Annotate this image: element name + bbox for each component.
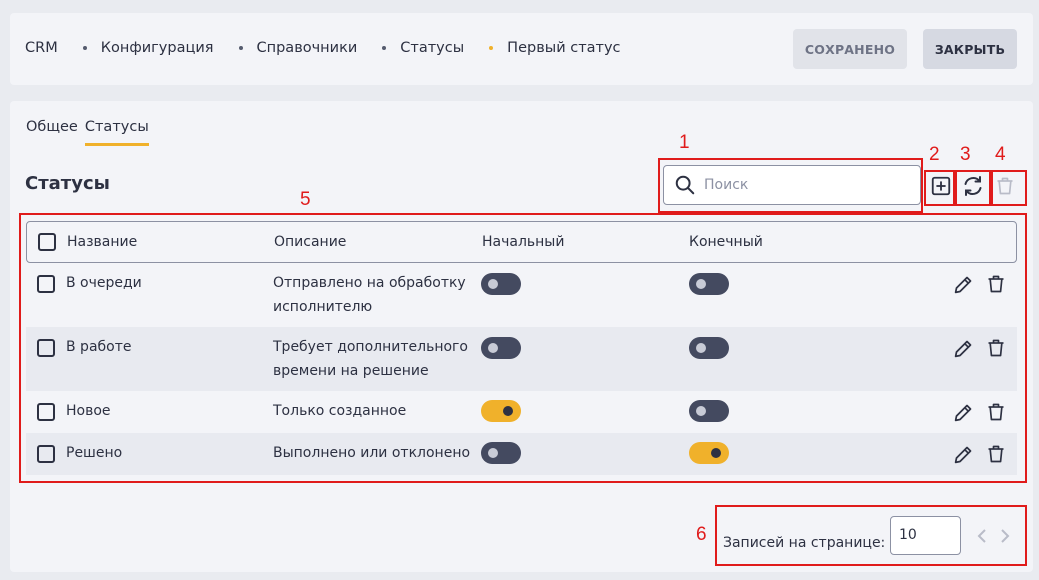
close-button[interactable]: ЗАКРЫТЬ (923, 29, 1017, 69)
breadcrumb-item-crm[interactable]: CRM (25, 40, 58, 56)
annotation-box-pagination (715, 505, 1027, 566)
annotation-box-delete (991, 170, 1027, 206)
saved-button[interactable]: СОХРАНЕНО (793, 29, 907, 69)
breadcrumb-item-directories[interactable]: Справочники (257, 40, 358, 56)
breadcrumb: CRM Конфигурация Справочники Статусы Пер… (25, 40, 621, 56)
breadcrumb-item-current: Первый статус (507, 40, 621, 56)
page-header: CRM Конфигурация Справочники Статусы Пер… (10, 13, 1033, 85)
breadcrumb-item-configuration[interactable]: Конфигурация (101, 40, 214, 56)
annotation-label: 1 (679, 132, 690, 153)
annotation-box-refresh (955, 170, 991, 206)
annotation-label: 2 (929, 144, 940, 165)
breadcrumb-separator (82, 46, 87, 50)
annotation-box-search (658, 158, 923, 213)
annotation-label: 5 (300, 189, 311, 210)
tabs: Общее Статусы (26, 119, 156, 146)
breadcrumb-item-statuses[interactable]: Статусы (400, 40, 464, 56)
annotation-label: 4 (995, 144, 1006, 165)
tab-general[interactable]: Общее (26, 119, 78, 146)
breadcrumb-separator (382, 46, 387, 50)
breadcrumb-separator (238, 46, 243, 50)
annotation-label: 3 (960, 144, 971, 165)
annotation-box-add (924, 170, 955, 206)
tab-statuses[interactable]: Статусы (84, 119, 149, 146)
breadcrumb-separator-active (489, 46, 494, 50)
section-title: Статусы (25, 173, 110, 194)
annotation-box-table (19, 213, 1027, 483)
annotation-label: 6 (696, 524, 707, 545)
